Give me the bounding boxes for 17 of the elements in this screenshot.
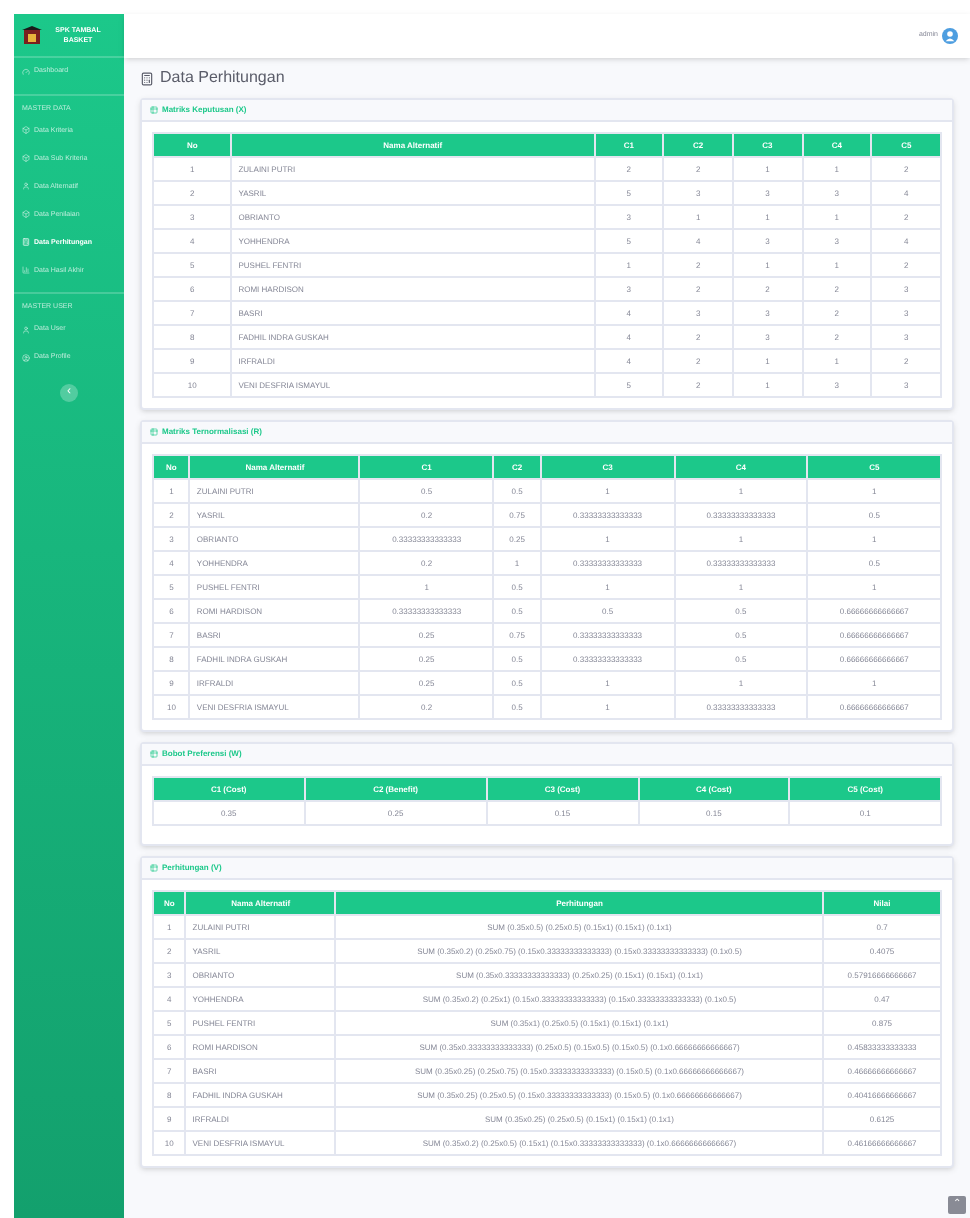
menu-icon [22,266,30,275]
avatar-icon[interactable] [942,28,958,44]
menu-icon [22,325,30,333]
menu-icon [22,68,30,76]
page-title: Data Perhitungan [160,66,285,90]
menu-icon [22,154,30,163]
table-icon [150,750,158,758]
calculator-icon [140,71,154,85]
menu-icon [22,210,30,219]
logo-icon [22,25,42,45]
menu-icon [22,353,30,361]
table-icon [150,106,158,114]
table-icon [150,864,158,872]
menu-icon [22,182,30,191]
menu-icon [22,238,30,247]
menu-icon [22,126,30,135]
table-icon [150,428,158,436]
